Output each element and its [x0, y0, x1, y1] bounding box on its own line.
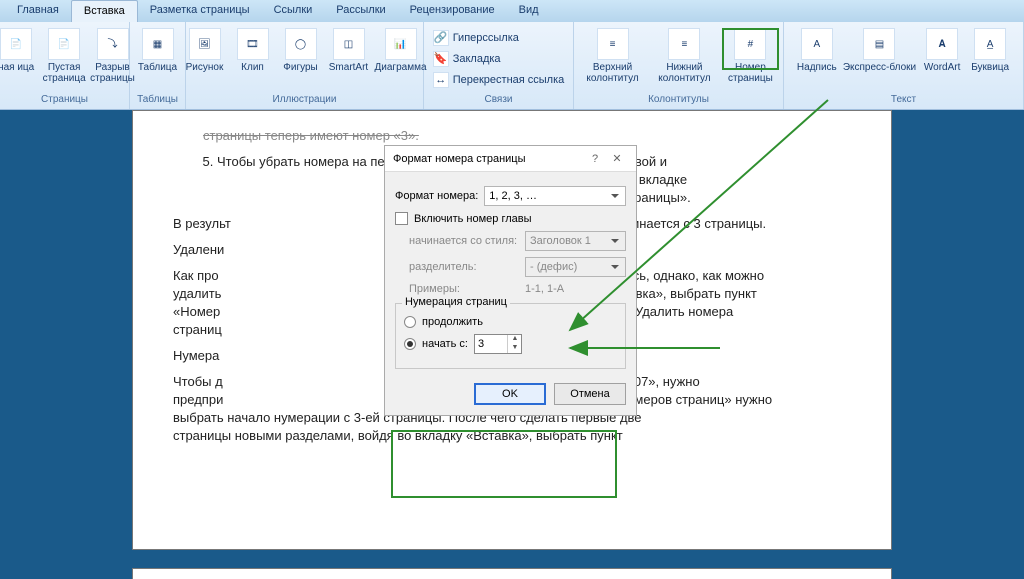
page-next: [132, 568, 892, 579]
close-icon[interactable]: ✕: [606, 152, 628, 165]
tab-mail[interactable]: Рассылки: [324, 0, 397, 22]
chart-button[interactable]: 📊Диаграмма: [375, 28, 427, 73]
group-text: AНадпись ▤Экспресс-блоки 𝐀WordArt A̲Букв…: [784, 22, 1024, 109]
table-icon: ▦: [142, 28, 174, 60]
start-at-input[interactable]: [475, 335, 507, 353]
header-icon: ≡: [597, 28, 629, 60]
bookmark-icon: 🔖: [433, 51, 449, 67]
start-style-select: Заголовок 1: [525, 231, 626, 251]
hyperlink-button[interactable]: 🔗Гиперссылка: [433, 28, 565, 48]
hyperlink-icon: 🔗: [433, 30, 449, 46]
tab-layout[interactable]: Разметка страницы: [138, 0, 262, 22]
spin-down-icon[interactable]: ▼: [508, 344, 522, 353]
group-tables: ▦Таблица Таблицы: [130, 22, 186, 109]
group-label-pages: Страницы: [4, 93, 125, 107]
dropcap-icon: A̲: [974, 28, 1006, 60]
group-label-illus: Иллюстрации: [190, 93, 419, 107]
textbox-button[interactable]: AНадпись: [795, 28, 839, 73]
page-number-format-dialog: Формат номера страницы ? ✕ Формат номера…: [384, 145, 637, 416]
fieldset-legend: Нумерация страниц: [402, 296, 510, 308]
blank-page-icon: 📄: [48, 28, 80, 60]
tab-home[interactable]: Главная: [5, 0, 71, 22]
page-number-button[interactable]: #Номер страницы: [722, 28, 779, 84]
dropcap-button[interactable]: A̲Буквица: [968, 28, 1012, 73]
group-label-text: Текст: [788, 93, 1019, 107]
tab-review[interactable]: Рецензирование: [398, 0, 507, 22]
page-numbering-fieldset: Нумерация страниц продолжить начать с: ▲…: [395, 303, 626, 369]
clip-icon: 🎞: [237, 28, 269, 60]
format-label: Формат номера:: [395, 190, 478, 202]
footer-icon: ≡: [668, 28, 700, 60]
picture-button[interactable]: 🖼Рисунок: [183, 28, 227, 73]
textbox-icon: A: [801, 28, 833, 60]
tab-bar: Главная Вставка Разметка страницы Ссылки…: [0, 0, 1024, 22]
smartart-icon: ◫: [333, 28, 365, 60]
ok-button[interactable]: OK: [474, 383, 546, 405]
page-break-icon: ⤵: [97, 28, 129, 60]
start-at-radio[interactable]: [404, 338, 416, 350]
examples-label: Примеры:: [409, 283, 519, 295]
group-label-tables: Таблицы: [134, 93, 181, 107]
doc-text: страницы теперь имеют номер «3».: [203, 127, 851, 145]
picture-icon: 🖼: [189, 28, 221, 60]
bookmark-button[interactable]: 🔖Закладка: [433, 49, 565, 69]
chart-icon: 📊: [385, 28, 417, 60]
smartart-button[interactable]: ◫SmartArt: [327, 28, 371, 73]
group-links: 🔗Гиперссылка 🔖Закладка ↔Перекрестная ссы…: [424, 22, 574, 109]
cancel-button[interactable]: Отмена: [554, 383, 626, 405]
tab-refs[interactable]: Ссылки: [262, 0, 325, 22]
start-style-label: начинается со стиля:: [409, 235, 519, 247]
footer-button[interactable]: ≡Нижний колонтитул: [651, 28, 718, 84]
ribbon: 📄ная ица 📄Пустая страница ⤵Разрыв страни…: [0, 22, 1024, 110]
group-illustrations: 🖼Рисунок 🎞Клип ◯Фигуры ◫SmartArt 📊Диагра…: [186, 22, 424, 109]
spin-up-icon[interactable]: ▲: [508, 335, 522, 344]
quick-parts-button[interactable]: ▤Экспресс-блоки: [843, 28, 916, 73]
continue-label: продолжить: [422, 316, 483, 328]
separator-label: разделитель:: [409, 261, 519, 273]
dialog-title: Формат номера страницы: [393, 153, 584, 165]
shapes-button[interactable]: ◯Фигуры: [279, 28, 323, 73]
tab-view[interactable]: Вид: [507, 0, 551, 22]
wordart-button[interactable]: 𝐀WordArt: [920, 28, 964, 73]
tab-insert[interactable]: Вставка: [71, 0, 138, 22]
group-label-links: Связи: [428, 93, 569, 107]
group-pages: 📄ная ица 📄Пустая страница ⤵Разрыв страни…: [0, 22, 130, 109]
number-format-select[interactable]: 1, 2, 3, …: [484, 186, 626, 206]
help-icon[interactable]: ?: [584, 153, 606, 165]
page-number-icon: #: [734, 28, 766, 60]
clip-button[interactable]: 🎞Клип: [231, 28, 275, 73]
header-button[interactable]: ≡Верхний колонтитул: [578, 28, 647, 84]
blank-page-button[interactable]: 📄Пустая страница: [42, 28, 86, 84]
shapes-icon: ◯: [285, 28, 317, 60]
page-break-button[interactable]: ⤵Разрыв страницы: [90, 28, 135, 84]
table-button[interactable]: ▦Таблица: [136, 28, 180, 73]
start-at-spinner[interactable]: ▲▼: [474, 334, 522, 354]
include-chapter-label: Включить номер главы: [414, 213, 532, 225]
cover-page-icon: 📄: [0, 28, 32, 60]
separator-select: - (дефис): [525, 257, 626, 277]
quick-parts-icon: ▤: [863, 28, 895, 60]
crossref-button[interactable]: ↔Перекрестная ссылка: [433, 70, 565, 90]
wordart-icon: 𝐀: [926, 28, 958, 60]
continue-radio[interactable]: [404, 316, 416, 328]
include-chapter-checkbox[interactable]: [395, 212, 408, 225]
examples-value: 1-1, 1-A: [525, 283, 564, 295]
group-headers: ≡Верхний колонтитул ≡Нижний колонтитул #…: [574, 22, 784, 109]
group-label-headers: Колонтитулы: [578, 93, 779, 107]
cover-page-button[interactable]: 📄ная ица: [0, 28, 38, 73]
crossref-icon: ↔: [433, 72, 449, 88]
start-at-label: начать с:: [422, 338, 468, 350]
